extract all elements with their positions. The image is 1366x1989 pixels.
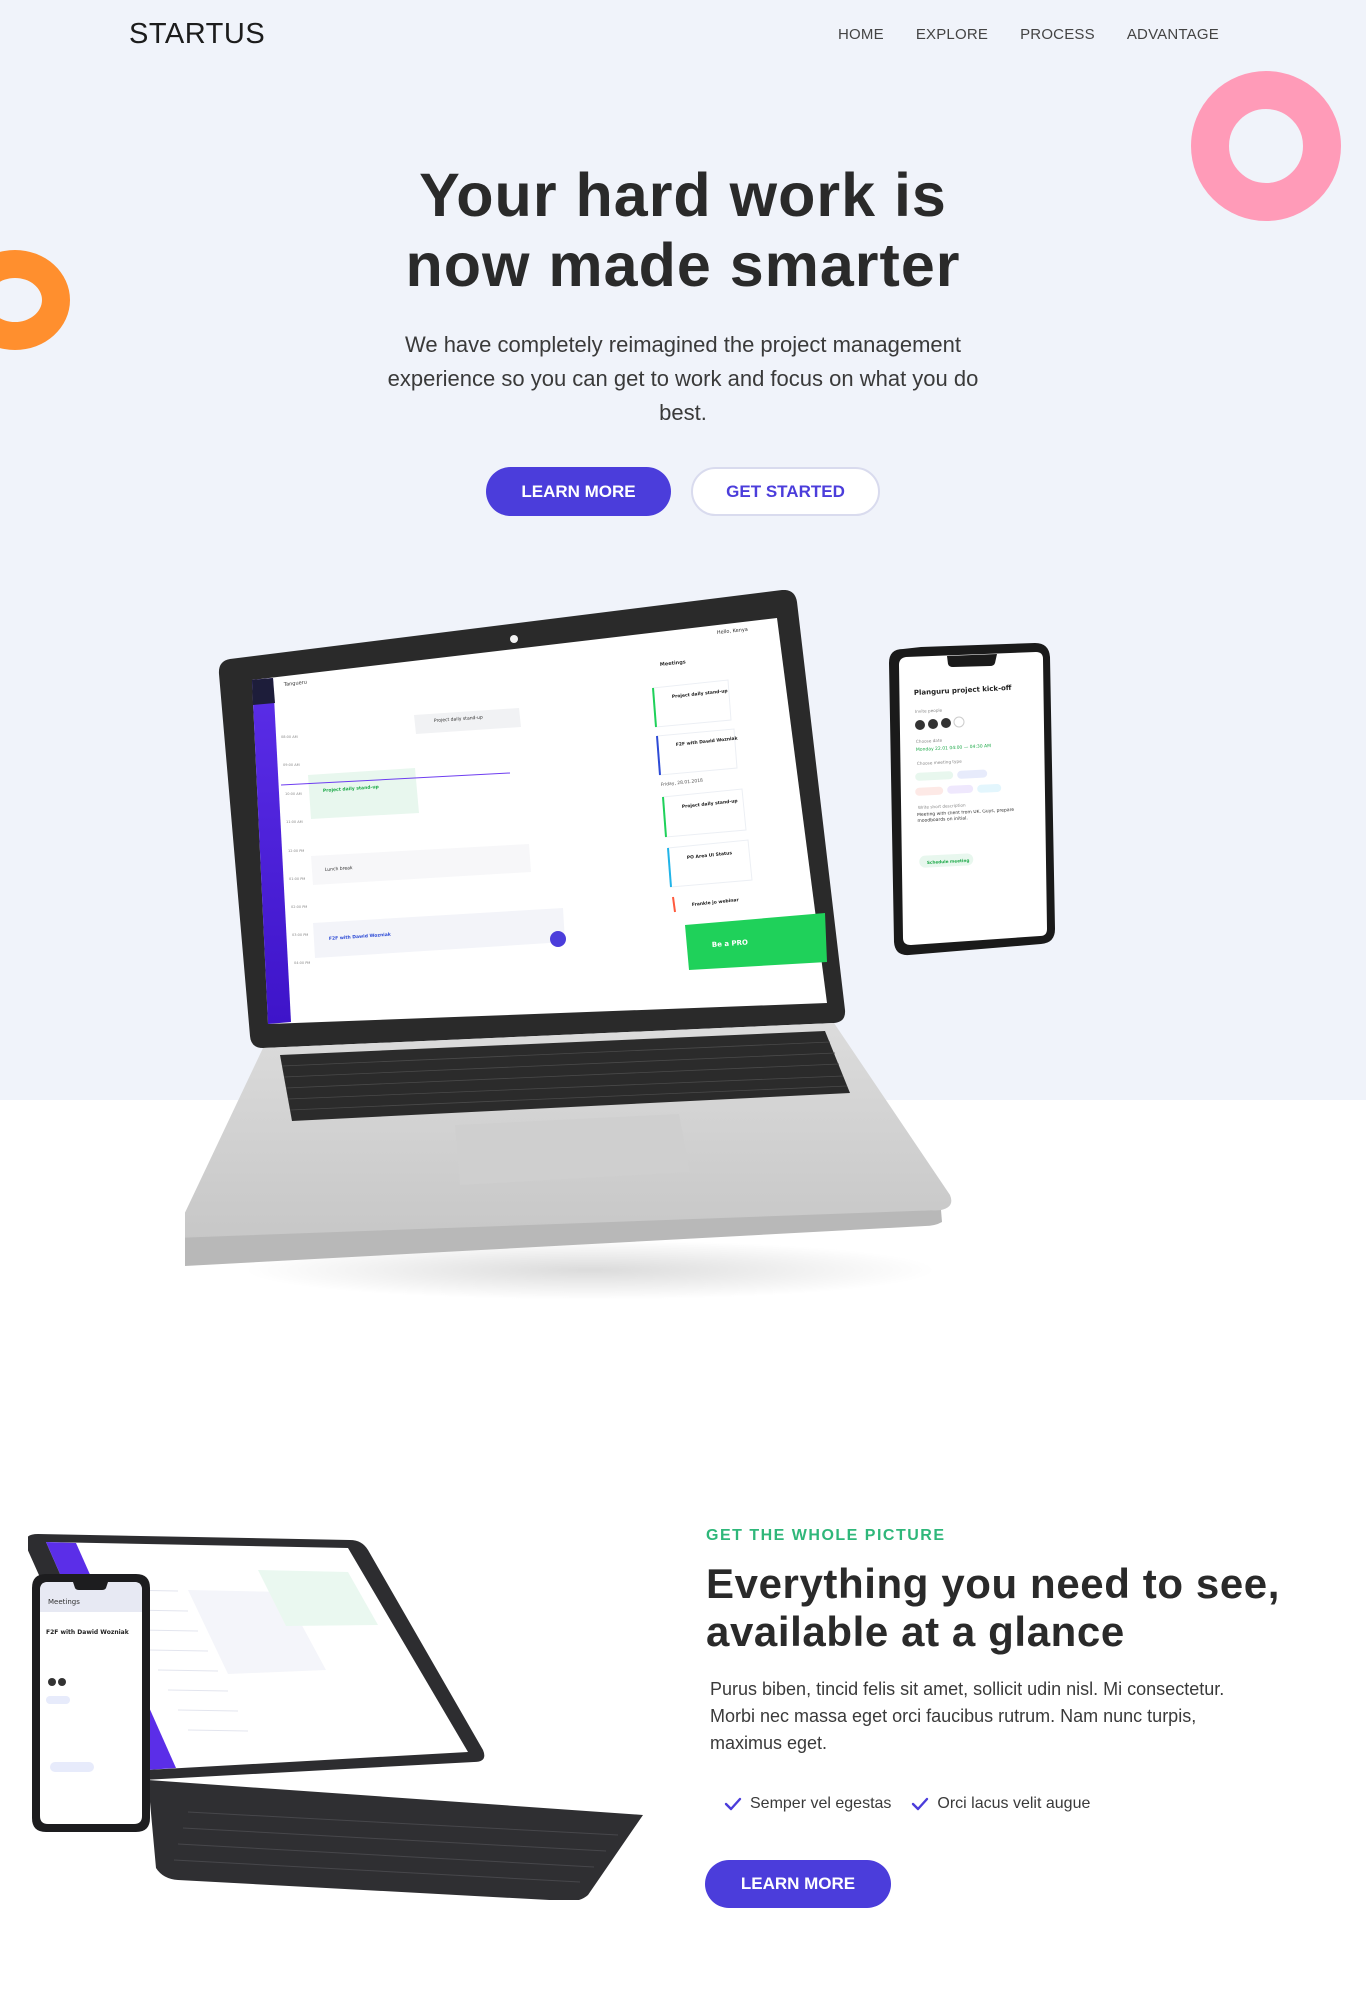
meeting-type-chip[interactable] [947, 784, 974, 794]
feature-eyebrow: GET THE WHOLE PICTURE [706, 1527, 946, 1544]
avatar [48, 1678, 56, 1686]
check-label: Semper vel egestas [750, 1795, 892, 1812]
check-item: Orci lacus velit augue [911, 1795, 1090, 1813]
tablet-phone-action-button[interactable] [50, 1762, 94, 1772]
laptop-mockup: Be a PRO Tangueru Hello, Kenya Meetings … [185, 590, 952, 1266]
meeting-type-chip[interactable] [977, 783, 1002, 793]
check-icon [724, 1797, 742, 1811]
tablet-phone-card: F2F with Dawid Wozniak [46, 1629, 130, 1636]
learn-more-button[interactable]: LEARN MORE [486, 467, 671, 516]
avatar [928, 719, 938, 729]
feature-learn-more-button[interactable]: LEARN MORE [705, 1860, 891, 1908]
time-label: 09:00 AM [283, 763, 300, 767]
time-label: 08:00 AM [281, 735, 298, 739]
decorative-pink-ring [1191, 71, 1341, 221]
time-label: 01:00 PM [289, 877, 305, 881]
top-navbar: STARTUS HOME EXPLORE PROCESS ADVANTAGE [0, 0, 1366, 70]
avatar [58, 1678, 66, 1686]
hero-title-line2: now made smarter [405, 231, 961, 299]
meeting-type-chip[interactable] [915, 786, 944, 796]
get-started-button[interactable]: GET STARTED [691, 467, 880, 516]
laptop-lid: Be a PRO Tangueru Hello, Kenya Meetings … [218, 590, 846, 1048]
phone-mockup: Planguru project kick-off Invite people … [889, 643, 1055, 956]
nav-item-process[interactable]: PROCESS [1020, 26, 1095, 43]
time-label: 04:00 PM [294, 961, 310, 965]
check-icon [912, 1797, 929, 1811]
feature-checklist: Semper vel egestas Orci lacus velit augu… [724, 1795, 1090, 1813]
avatar [915, 720, 925, 730]
check-item: Semper vel egestas [724, 1795, 891, 1813]
nav-item-advantage[interactable]: ADVANTAGE [1127, 26, 1219, 43]
meeting-type-chip[interactable] [957, 769, 988, 779]
nav-item-explore[interactable]: EXPLORE [916, 26, 988, 43]
tablet-phone-title: Meetings [48, 1598, 80, 1606]
laptop-base [185, 1023, 952, 1266]
avatar [941, 718, 951, 728]
time-label: 03:00 PM [292, 933, 308, 937]
feature-body: Purus biben, tincid felis sit amet, soll… [710, 1679, 1225, 1753]
hero-subtitle: We have completely reimagined the projec… [387, 332, 979, 425]
hero-title-line1: Your hard work is [419, 161, 947, 229]
tag-chip [46, 1696, 70, 1704]
check-label: Orci lacus velit augue [937, 1795, 1091, 1812]
nav-item-home[interactable]: HOME [838, 26, 884, 43]
tablet-keyboard-mockup: Meetings F2F with Dawid Wozniak [28, 1534, 643, 1900]
feature-title: Everything you need to see, available at… [706, 1560, 1281, 1655]
brand-logo[interactable]: STARTUS [129, 18, 265, 51]
time-label: 02:00 PM [291, 905, 307, 909]
add-person-icon[interactable] [953, 716, 965, 728]
nav-links: HOME EXPLORE PROCESS ADVANTAGE [838, 26, 1219, 43]
time-label: 10:00 AM [285, 792, 302, 796]
phone-desc-box[interactable]: Meeting with client from UK. Guys, prepa… [917, 808, 1018, 839]
time-label: 11:00 AM [286, 820, 303, 824]
time-label: 12:00 PM [288, 849, 304, 853]
hero-title: Your hard work is now made smarter [283, 160, 1083, 300]
